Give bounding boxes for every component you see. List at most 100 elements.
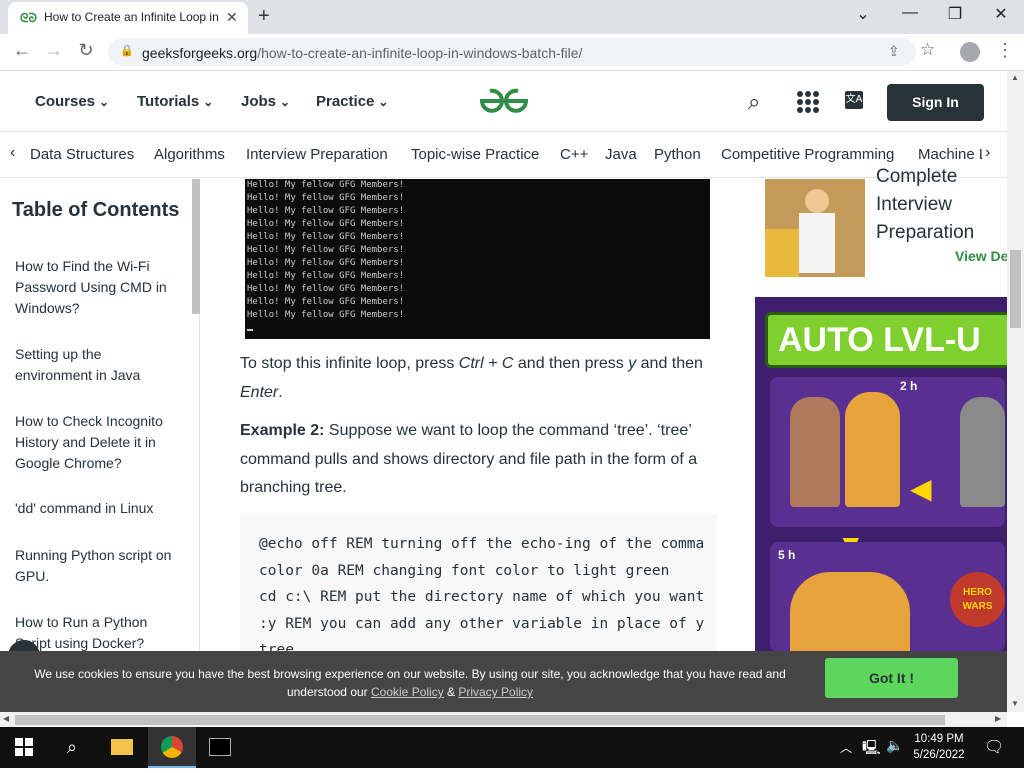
chevron-right-icon[interactable]: ›: [985, 144, 990, 162]
page-vertical-scrollbar[interactable]: ▲ ▼: [1007, 71, 1024, 712]
console-line: Hello! My fellow GFG Members!: [247, 180, 405, 190]
game-timer: 5 h: [778, 548, 796, 562]
search-icon[interactable]: ⌕: [748, 89, 760, 115]
console-line: Hello! My fellow GFG Members!: [247, 297, 405, 307]
clock[interactable]: 10:49 PM 5/26/2022: [908, 731, 970, 763]
toc-title: Table of Contents: [12, 199, 180, 221]
hero-wars-logo: HERO WARS: [950, 572, 1005, 627]
scroll-left-icon[interactable]: ◀: [3, 714, 9, 723]
vertical-scroll-thumb[interactable]: [1010, 250, 1021, 328]
translate-icon[interactable]: 文A: [845, 91, 863, 109]
file-explorer-icon[interactable]: [98, 727, 146, 768]
category-topic-wise-practice[interactable]: Topic-wise Practice: [411, 146, 539, 163]
hero-figure: [960, 397, 1005, 507]
gfg-logo-icon[interactable]: [476, 85, 532, 117]
game-banner: AUTO LVL-U: [765, 312, 1007, 368]
course-promo-image[interactable]: [765, 179, 865, 277]
windows-start-icon[interactable]: [0, 727, 48, 768]
tab-strip: ᘓᘐ How to Create an Infinite Loop in Win…: [0, 0, 1024, 34]
address-bar[interactable]: 🔒 geeksforgeeks.org/how-to-create-an-inf…: [108, 38, 916, 66]
chevron-left-icon[interactable]: ‹: [10, 144, 15, 162]
promo-line: Preparation: [876, 222, 975, 243]
chevron-down-icon: ⌄: [378, 95, 389, 109]
view-details-link[interactable]: View De: [955, 248, 1008, 264]
toc-item[interactable]: How to Check Incognito History and Delet…: [15, 411, 180, 474]
back-icon[interactable]: ←: [10, 40, 34, 61]
code-line: :y REM you can add any other variable in…: [259, 616, 705, 632]
reload-icon[interactable]: ↻: [74, 40, 98, 61]
share-icon[interactable]: ⇪: [888, 43, 900, 60]
category-java[interactable]: Java: [605, 146, 637, 163]
toc-item[interactable]: How to Find the Wi-Fi Password Using CMD…: [15, 256, 180, 319]
search-icon[interactable]: ⌕: [48, 727, 96, 768]
chevron-down-icon: ⌄: [280, 95, 291, 109]
category-cpp[interactable]: C++: [560, 146, 588, 163]
bookmark-star-icon[interactable]: ☆: [920, 40, 935, 60]
category-interview-preparation[interactable]: Interview Preparation: [246, 146, 388, 163]
category-data-structures[interactable]: Data Structures: [30, 146, 134, 163]
active-tab[interactable]: ᘓᘐ How to Create an Infinite Loop in Win…: [8, 2, 248, 34]
scroll-down-icon[interactable]: ▼: [1011, 699, 1019, 708]
console-line: Hello! My fellow GFG Members!: [247, 193, 405, 203]
got-it-button[interactable]: Got It !: [825, 658, 958, 698]
apps-grid-icon[interactable]: [797, 91, 819, 113]
forward-icon[interactable]: →: [42, 40, 66, 61]
hero-figure: [845, 392, 900, 507]
hero-figure: [790, 397, 840, 507]
category-python[interactable]: Python: [654, 146, 701, 163]
category-competitive-programming[interactable]: Competitive Programming: [721, 146, 894, 163]
chevron-down-icon: ⌄: [203, 95, 214, 109]
restore-icon[interactable]: ❐: [940, 4, 970, 24]
example-paragraph: Example 2: Suppose we want to loop the c…: [240, 422, 698, 496]
tab-search-chevron-icon[interactable]: ⌄: [848, 4, 878, 24]
console-line: Hello! My fellow GFG Members!: [247, 284, 405, 294]
chevron-up-icon[interactable]: ︿: [840, 739, 852, 756]
game-panel: 5 h HERO WARS: [770, 542, 1005, 651]
command-prompt-icon[interactable]: [196, 727, 244, 768]
console-line: Hello! My fellow GFG Members!: [247, 271, 405, 281]
window-close-icon[interactable]: ✕: [986, 4, 1016, 24]
category-machine-learning[interactable]: Machine L: [918, 146, 982, 163]
toc-item[interactable]: Setting up the environment in Java: [15, 344, 180, 386]
code-line: @echo off REM turning off the echo-ing o…: [259, 536, 705, 552]
scroll-right-icon[interactable]: ▶: [995, 714, 1001, 723]
browser-menu-icon[interactable]: ⋮: [996, 40, 1014, 61]
chrome-icon[interactable]: [148, 727, 196, 768]
cookie-banner: We use cookies to ensure you have the be…: [0, 651, 1007, 712]
category-algorithms[interactable]: Algorithms: [154, 146, 225, 163]
minimize-icon[interactable]: —: [895, 4, 925, 22]
privacy-policy-link[interactable]: Privacy Policy: [458, 685, 533, 699]
person-body: [799, 213, 835, 273]
horizontal-scroll-thumb[interactable]: [15, 715, 945, 725]
console-line: Hello! My fellow GFG Members!: [247, 232, 405, 242]
tab-title: How to Create an Infinite Loop in Window…: [44, 10, 220, 24]
nav-tutorials[interactable]: Tutorials ⌄: [137, 93, 213, 110]
sign-in-button[interactable]: Sign In: [887, 84, 984, 121]
promo-line: Complete: [876, 166, 958, 187]
toc-scrollbar[interactable]: [192, 179, 200, 314]
arrow-left-icon: ◀: [910, 473, 932, 504]
console-line: Hello! My fellow GFG Members!: [247, 310, 405, 320]
clock-time: 10:49 PM: [914, 733, 964, 745]
nav-practice[interactable]: Practice ⌄: [316, 93, 388, 110]
new-tab-icon[interactable]: +: [258, 5, 270, 28]
cookie-policy-link[interactable]: Cookie Policy: [371, 685, 444, 699]
toc-item[interactable]: How to Run a Python Script using Docker?: [15, 612, 180, 651]
scroll-up-icon[interactable]: ▲: [1011, 73, 1019, 82]
chevron-down-icon: ⌄: [99, 95, 110, 109]
code-line: cd c:\ REM put the directory name of whi…: [259, 589, 705, 605]
game-ad[interactable]: AUTO LVL-U 2 h ◀ ▼ 5 h HERO WARS: [755, 297, 1007, 651]
network-icon[interactable]: 🖳: [862, 737, 881, 761]
nav-courses[interactable]: Courses ⌄: [35, 93, 109, 110]
notification-icon[interactable]: 🗨: [984, 737, 1004, 757]
volume-icon[interactable]: 🔈: [886, 737, 903, 754]
nav-jobs[interactable]: Jobs ⌄: [241, 93, 290, 110]
browser-toolbar: ← → ↻ 🔒 geeksforgeeks.org/how-to-create-…: [0, 34, 1024, 71]
toc-item[interactable]: Running Python script on GPU.: [15, 545, 180, 587]
person-head: [805, 189, 829, 213]
close-tab-icon[interactable]: ✕: [226, 9, 238, 26]
promo-line: Interview: [876, 194, 953, 215]
profile-avatar[interactable]: [960, 42, 980, 62]
category-bar: ‹ Data Structures Algorithms Interview P…: [0, 132, 1007, 178]
toc-item[interactable]: 'dd' command in Linux: [15, 498, 180, 519]
